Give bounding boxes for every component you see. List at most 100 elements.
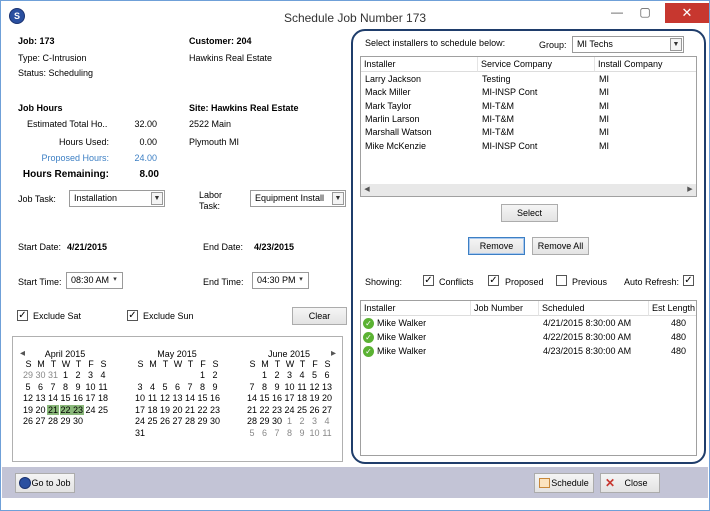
calendar-day[interactable]: 8 [197,382,209,392]
installer-row[interactable]: Mark Taylor MI-T&M MI [361,101,696,114]
calendar-day[interactable]: 25 [147,416,159,426]
calendar-day[interactable]: 25 [296,405,308,415]
go-to-job-button[interactable]: Go to Job [15,473,75,493]
calendar-day[interactable]: 30 [35,370,47,380]
calendar-day[interactable]: 29 [60,416,72,426]
calendar-day[interactable]: 6 [321,370,333,380]
schedule-installer-column-header[interactable]: Installer [361,301,471,316]
calendar-day[interactable]: 11 [321,428,333,438]
remove-all-button[interactable]: Remove All [532,237,589,255]
calendar-day[interactable]: 9 [296,428,308,438]
schedule-row[interactable]: ✓ Mike Walker 4/21/2015 8:30:00 AM 480 [361,318,696,331]
calendar-day[interactable]: 11 [296,382,308,392]
calendar-day[interactable]: 24 [85,405,97,415]
calendar-day[interactable]: 31 [134,428,146,438]
calendar-day[interactable]: 24 [284,405,296,415]
calendar-day[interactable]: 16 [209,393,221,403]
proposed-checkbox[interactable]: ✓ [488,275,499,286]
calendar-day[interactable]: 9 [271,382,283,392]
calendar-day[interactable]: 7 [271,428,283,438]
calendar-day[interactable]: 7 [47,382,59,392]
close-button[interactable]: ✕ Close [600,473,660,493]
clear-button[interactable]: Clear [292,307,347,325]
installer-row[interactable]: Larry Jackson Testing MI [361,74,696,87]
calendar-day[interactable]: 5 [22,382,34,392]
calendar-day[interactable]: 6 [259,428,271,438]
calendar-day[interactable]: 12 [309,382,321,392]
calendar-day[interactable]: 1 [197,370,209,380]
calendar-day[interactable]: 23 [209,405,221,415]
scroll-right-icon[interactable]: ▶ [684,184,696,196]
calendar-day[interactable]: 4 [296,370,308,380]
calendar-day[interactable]: 29 [22,370,34,380]
calendar-day[interactable]: 20 [172,405,184,415]
calendar-day[interactable]: 8 [259,382,271,392]
calendar-day[interactable]: 30 [72,416,84,426]
calendar-day[interactable]: 17 [134,405,146,415]
service-company-column-header[interactable]: Service Company [478,57,595,72]
exclude-sat-checkbox[interactable]: ✓ [17,310,28,321]
calendar-day[interactable]: 30 [271,416,283,426]
calendar-day[interactable]: 3 [309,416,321,426]
schedule-row[interactable]: ✓ Mike Walker 4/23/2015 8:30:00 AM 480 [361,346,696,359]
calendar-day[interactable]: 28 [246,416,258,426]
calendar-day[interactable]: 15 [259,393,271,403]
calendar-day[interactable]: 22 [59,404,72,415]
calendar-day[interactable]: 4 [321,416,333,426]
calendar-day[interactable]: 15 [60,393,72,403]
end-time-select[interactable]: 04:30 PM ▾ [252,272,309,289]
calendar-day[interactable]: 21 [184,405,196,415]
calendar-day[interactable]: 5 [246,428,258,438]
calendar-day[interactable]: 2 [209,370,221,380]
calendar-day[interactable]: 1 [259,370,271,380]
calendar-day[interactable]: 27 [35,416,47,426]
remove-button[interactable]: Remove [468,237,525,255]
calendar-day[interactable]: 8 [284,428,296,438]
calendar-day[interactable]: 3 [134,382,146,392]
calendar-day[interactable]: 18 [296,393,308,403]
calendar-day[interactable]: 23 [271,405,283,415]
calendar-day[interactable]: 9 [72,382,84,392]
select-button[interactable]: Select [501,204,558,222]
calendar-day[interactable]: 29 [259,416,271,426]
calendar-day[interactable]: 4 [147,382,159,392]
calendar-day[interactable]: 23 [72,404,84,415]
calendar-day[interactable]: 16 [72,393,84,403]
calendar-day[interactable]: 18 [97,393,109,403]
calendar-day[interactable]: 26 [22,416,34,426]
installer-row[interactable]: Mike McKenzie MI-INSP Cont MI [361,141,696,154]
calendar-day[interactable]: 15 [197,393,209,403]
calendar-day[interactable]: 6 [172,382,184,392]
calendar-day[interactable]: 4 [97,370,109,380]
calendar-day[interactable]: 6 [35,382,47,392]
minimize-button[interactable]: — [606,5,628,23]
calendar-day[interactable]: 3 [284,370,296,380]
calendar-day[interactable]: 18 [147,405,159,415]
job-task-select[interactable]: Installation ▼ [69,190,165,207]
install-company-column-header[interactable]: Install Company [595,57,696,72]
installer-row[interactable]: Marlin Larson MI-T&M MI [361,114,696,127]
calendar-day[interactable]: 2 [271,370,283,380]
calendar-day[interactable]: 8 [60,382,72,392]
calendar-day[interactable]: 27 [172,416,184,426]
calendar-day[interactable]: 17 [284,393,296,403]
window-close-button[interactable]: ✕ [665,3,709,23]
calendar-day[interactable]: 10 [85,382,97,392]
labor-task-select[interactable]: Equipment Install ▼ [250,190,346,207]
calendar-day[interactable]: 10 [134,393,146,403]
calendar-day[interactable]: 20 [35,405,47,415]
previous-checkbox[interactable] [556,275,567,286]
group-select[interactable]: MI Techs ▼ [572,36,684,53]
calendar-day[interactable]: 16 [271,393,283,403]
calendar-day[interactable]: 12 [159,393,171,403]
calendar-day[interactable]: 10 [309,428,321,438]
calendar-day[interactable]: 10 [284,382,296,392]
calendar-day[interactable]: 11 [147,393,159,403]
calendar-day[interactable]: 9 [209,382,221,392]
calendar-day[interactable]: 13 [321,382,333,392]
calendar-day[interactable]: 13 [172,393,184,403]
schedule-row[interactable]: ✓ Mike Walker 4/22/2015 8:30:00 AM 480 [361,332,696,345]
calendar-day[interactable]: 14 [184,393,196,403]
calendar-day[interactable]: 21 [246,405,258,415]
installer-column-header[interactable]: Installer [361,57,478,72]
